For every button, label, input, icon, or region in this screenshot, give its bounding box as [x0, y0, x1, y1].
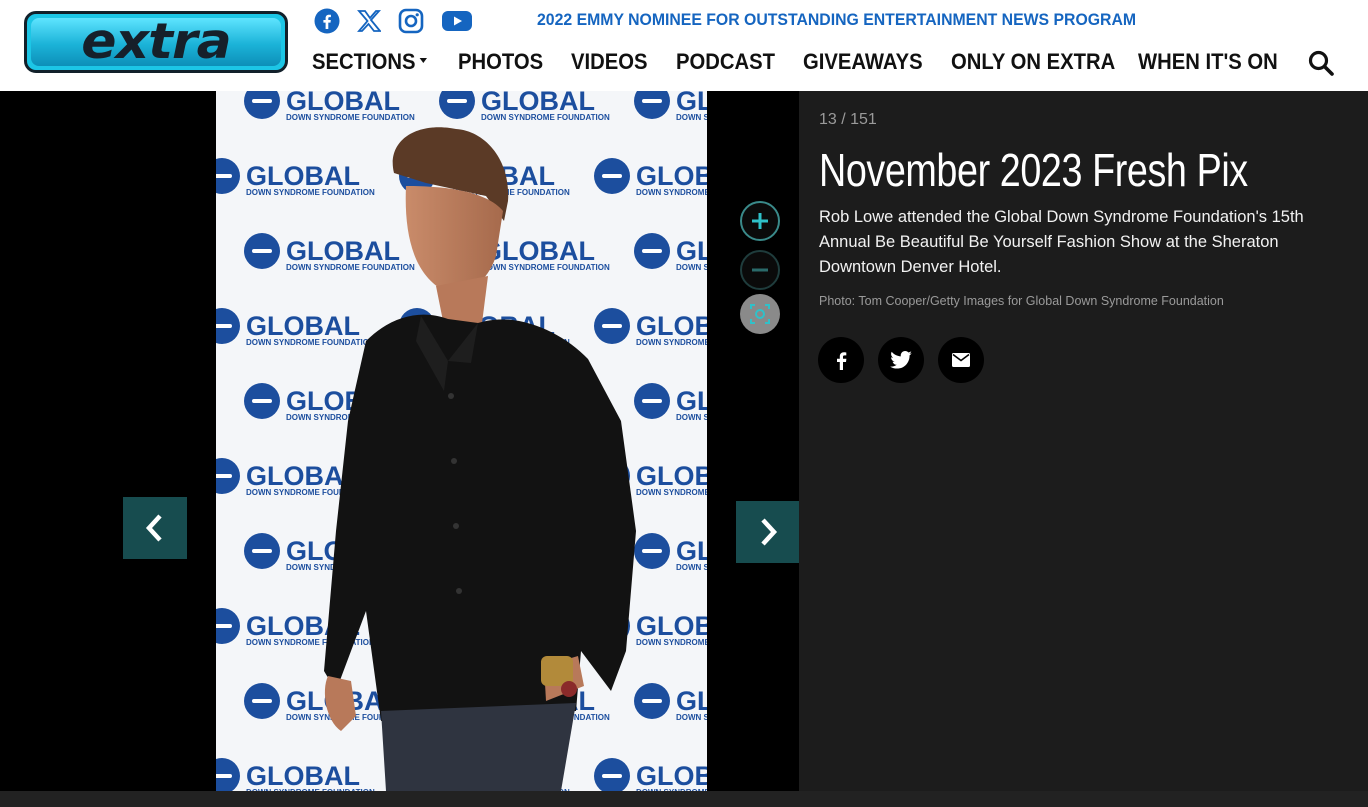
next-photo-button[interactable]	[736, 501, 800, 563]
x-icon[interactable]	[355, 7, 382, 34]
nav-sections[interactable]: SECTIONS	[312, 49, 428, 75]
gallery-title: November 2023 Fresh Pix	[819, 144, 1248, 196]
gallery-info-panel: 13 / 151 November 2023 Fresh Pix Rob Low…	[799, 91, 1368, 791]
slide-counter: 13 / 151	[819, 111, 877, 128]
nav-only-on-extra[interactable]: ONLY ON EXTRA	[951, 49, 1115, 75]
nav-photos[interactable]: PHOTOS	[458, 49, 543, 75]
facebook-icon[interactable]	[313, 7, 340, 34]
zoom-out-button[interactable]	[740, 250, 780, 290]
zoom-reset-button[interactable]	[740, 294, 780, 334]
youtube-icon[interactable]	[441, 7, 473, 34]
share-facebook-button[interactable]	[818, 337, 864, 383]
search-icon[interactable]	[1307, 49, 1335, 77]
plus-icon	[752, 213, 768, 229]
site-header: extra 2022 EMMY NOMINEE FOR OUTSTANDING …	[0, 0, 1368, 91]
nav-sections-label: SECTIONS	[312, 49, 416, 74]
chevron-down-icon	[420, 57, 428, 63]
nav-when-its-on[interactable]: WHEN IT'S ON	[1138, 49, 1278, 75]
photo-viewer: GLOBAL DOWN SYNDROME FOUNDATION GLOBAL DOWN…	[0, 91, 800, 791]
share-twitter-button[interactable]	[878, 337, 924, 383]
gallery-photo[interactable]: GLOBAL DOWN SYNDROME FOUNDATION GLOBAL DOWN…	[216, 91, 707, 791]
zoom-in-button[interactable]	[740, 201, 780, 241]
tagline: 2022 EMMY NOMINEE FOR OUTSTANDING ENTERT…	[537, 10, 1137, 29]
previous-photo-button[interactable]	[123, 497, 187, 559]
nav-giveaways[interactable]: GIVEAWAYS	[803, 49, 923, 75]
share-email-button[interactable]	[938, 337, 984, 383]
chevron-left-icon	[145, 514, 162, 542]
photo-caption: Rob Lowe attended the Global Down Syndro…	[819, 208, 1304, 276]
email-icon	[952, 353, 970, 367]
photo-credit: Photo: Tom Cooper/Getty Images for Globa…	[819, 294, 1224, 308]
page-footer-edge	[0, 791, 1368, 807]
minus-icon	[752, 268, 768, 272]
twitter-icon	[890, 351, 912, 369]
nav-podcast[interactable]: PODCAST	[676, 49, 775, 75]
extra-logo[interactable]: extra	[24, 11, 288, 73]
chevron-right-icon	[761, 518, 778, 546]
logo-text: extra	[81, 13, 231, 71]
facebook-icon	[837, 352, 847, 370]
nav-videos[interactable]: VIDEOS	[571, 49, 647, 75]
instagram-icon[interactable]	[397, 7, 424, 34]
person-figure	[324, 127, 636, 791]
fit-screen-icon	[750, 304, 770, 324]
